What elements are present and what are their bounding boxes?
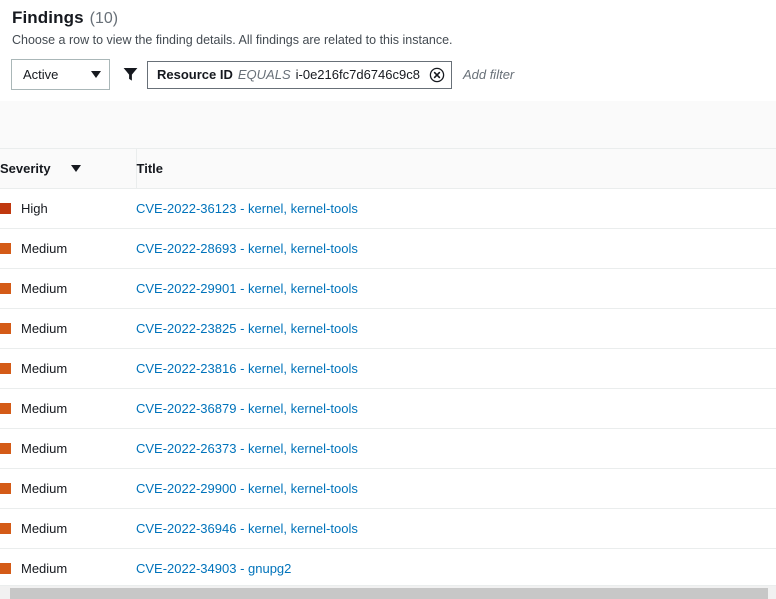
findings-table-body: High CVE-2022-36123 - kernel, kernel-tool… <box>0 188 776 589</box>
finding-title-link[interactable]: CVE-2022-23825 - kernel, kernel-tools <box>136 321 358 336</box>
table-row[interactable]: High CVE-2022-36123 - kernel, kernel-tool… <box>0 188 776 229</box>
severity-label: Medium <box>21 400 68 416</box>
table-row[interactable]: Medium CVE-2022-29900 - kernel, kernel-to… <box>0 468 776 509</box>
severity-indicator-icon <box>0 522 11 534</box>
table-row[interactable]: Medium CVE-2022-23825 - kernel, kernel-to… <box>0 308 776 349</box>
cell-severity: Medium <box>0 508 136 549</box>
status-filter-value: Active <box>23 67 59 82</box>
cell-title: CVE-2022-29900 - kernel, kernel-tools <box>136 468 776 509</box>
cell-severity: Medium <box>0 468 136 509</box>
sort-descending-icon <box>70 164 81 172</box>
table-row[interactable]: Medium CVE-2022-34903 - gnupg2 <box>0 548 776 589</box>
chevron-down-icon <box>91 71 101 78</box>
cell-severity: Medium <box>0 388 136 429</box>
toolbar-gap-band <box>0 101 776 149</box>
finding-title-link[interactable]: CVE-2022-28693 - kernel, kernel-tools <box>136 241 358 256</box>
cell-title: CVE-2022-36946 - kernel, kernel-tools <box>136 508 776 549</box>
filter-token-value: i-0e216fc7d6746c9c8 <box>295 67 420 82</box>
filter-input-group: Resource ID EQUALS i-0e216fc7d6746c9c8 A… <box>122 60 776 89</box>
severity-label: Medium <box>21 480 68 496</box>
table-row[interactable]: Medium CVE-2022-36879 - kernel, kernel-to… <box>0 388 776 429</box>
finding-title-link[interactable]: CVE-2022-23816 - kernel, kernel-tools <box>136 361 358 376</box>
findings-panel: Findings (10) Choose a row to view the f… <box>0 0 776 599</box>
severity-indicator-icon <box>0 282 11 294</box>
findings-count: (10) <box>89 10 119 27</box>
cell-title: CVE-2022-36879 - kernel, kernel-tools <box>136 388 776 429</box>
add-filter-input[interactable]: Add filter <box>463 67 514 82</box>
column-header-title[interactable]: Title <box>135 149 776 189</box>
cell-title: CVE-2022-36123 - kernel, kernel-tools <box>136 188 776 229</box>
cell-title: CVE-2022-23825 - kernel, kernel-tools <box>136 308 776 349</box>
cell-severity: Medium <box>0 428 136 469</box>
severity-indicator-icon <box>0 202 11 214</box>
finding-title-link[interactable]: CVE-2022-26373 - kernel, kernel-tools <box>136 441 358 456</box>
cell-title: CVE-2022-28693 - kernel, kernel-tools <box>136 228 776 269</box>
finding-title-link[interactable]: CVE-2022-29901 - kernel, kernel-tools <box>136 281 358 296</box>
table-row[interactable]: Medium CVE-2022-29901 - kernel, kernel-to… <box>0 268 776 309</box>
cell-title: CVE-2022-23816 - kernel, kernel-tools <box>136 348 776 389</box>
finding-title-link[interactable]: CVE-2022-29900 - kernel, kernel-tools <box>136 481 358 496</box>
severity-label: Medium <box>21 520 68 536</box>
finding-title-link[interactable]: CVE-2022-36946 - kernel, kernel-tools <box>136 521 358 536</box>
severity-indicator-icon <box>0 362 11 374</box>
severity-indicator-icon <box>0 402 11 414</box>
finding-title-link[interactable]: CVE-2022-36123 - kernel, kernel-tools <box>136 201 358 216</box>
finding-title-link[interactable]: CVE-2022-34903 - gnupg2 <box>136 561 291 576</box>
table-row[interactable]: Medium CVE-2022-36946 - kernel, kernel-to… <box>0 508 776 549</box>
filter-bar: Active Resource ID EQUALS i-0e216fc7d674… <box>0 49 776 101</box>
table-row[interactable]: Medium CVE-2022-23816 - kernel, kernel-to… <box>0 348 776 389</box>
page-title-text: Findings <box>12 8 84 27</box>
findings-table-container: Severity Title High CVE-2022-36123 - kern… <box>0 149 776 599</box>
severity-label: Medium <box>21 240 68 256</box>
cell-title: CVE-2022-26373 - kernel, kernel-tools <box>136 428 776 469</box>
table-row[interactable]: Medium CVE-2022-28693 - kernel, kernel-to… <box>0 228 776 269</box>
findings-table: Severity Title High CVE-2022-36123 - kern… <box>0 149 776 589</box>
panel-header: Findings (10) Choose a row to view the f… <box>0 0 776 49</box>
page-title: Findings (10) <box>12 8 764 28</box>
severity-label: Medium <box>21 320 68 336</box>
column-header-title-label: Title <box>136 160 164 176</box>
severity-indicator-icon <box>0 562 11 574</box>
severity-label: Medium <box>21 360 68 376</box>
column-header-severity[interactable]: Severity <box>0 149 136 189</box>
close-circle-icon[interactable] <box>428 66 446 84</box>
column-header-severity-label: Severity <box>0 160 51 176</box>
severity-label: Medium <box>21 280 68 296</box>
cell-severity: Medium <box>0 268 136 309</box>
filter-funnel-icon <box>122 66 139 83</box>
cell-severity: Medium <box>0 228 136 269</box>
horizontal-scrollbar-thumb[interactable] <box>10 588 768 599</box>
severity-label: High <box>21 200 48 216</box>
cell-severity: Medium <box>0 308 136 349</box>
table-header-row: Severity Title <box>0 149 776 189</box>
findings-table-head: Severity Title <box>0 149 776 189</box>
cell-title: CVE-2022-34903 - gnupg2 <box>136 548 776 589</box>
cell-severity: Medium <box>0 548 136 589</box>
horizontal-scrollbar[interactable] <box>0 585 776 599</box>
severity-indicator-icon <box>0 482 11 494</box>
severity-label: Medium <box>21 440 68 456</box>
severity-label: Medium <box>21 560 68 576</box>
severity-indicator-icon <box>0 242 11 254</box>
cell-severity: High <box>0 188 136 229</box>
panel-description: Choose a row to view the finding details… <box>12 33 453 47</box>
filter-token-operator: EQUALS <box>237 67 291 82</box>
cell-severity: Medium <box>0 348 136 389</box>
filter-token[interactable]: Resource ID EQUALS i-0e216fc7d6746c9c8 <box>147 60 452 89</box>
finding-title-link[interactable]: CVE-2022-36879 - kernel, kernel-tools <box>136 401 358 416</box>
table-row[interactable]: Medium CVE-2022-26373 - kernel, kernel-to… <box>0 428 776 469</box>
severity-indicator-icon <box>0 442 11 454</box>
cell-title: CVE-2022-29901 - kernel, kernel-tools <box>136 268 776 309</box>
status-filter-select[interactable]: Active <box>11 59 110 90</box>
filter-token-key: Resource ID <box>157 67 233 82</box>
severity-indicator-icon <box>0 322 11 334</box>
